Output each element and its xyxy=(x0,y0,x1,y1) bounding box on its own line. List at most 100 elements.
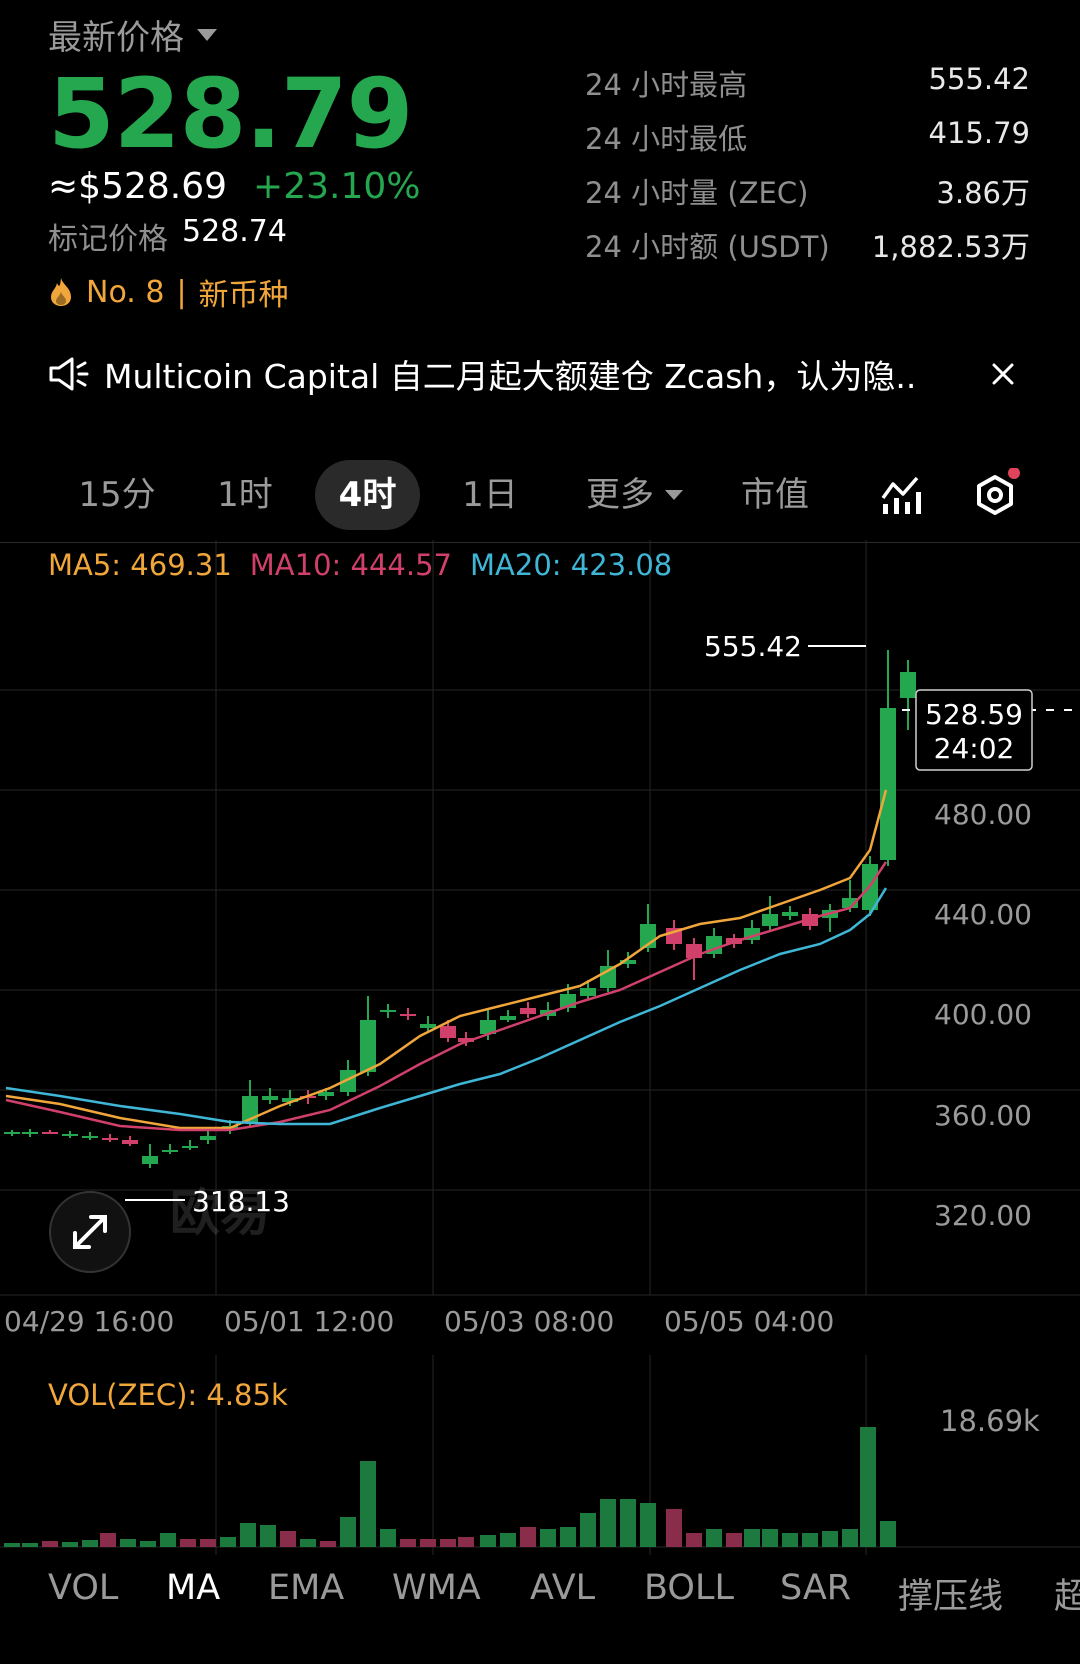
y-tick: 440.00 xyxy=(934,898,1032,931)
close-icon[interactable] xyxy=(991,362,1015,386)
stat-24h-turnover: 24 小时额 (USDT) 1,882.53万 xyxy=(585,224,1030,266)
candle-body xyxy=(182,1146,198,1148)
countdown-label: 24:02 xyxy=(934,732,1015,765)
indicator-tab-ema[interactable]: EMA xyxy=(268,1568,344,1608)
volume-bar xyxy=(200,1539,216,1547)
current-price-label: 528.59 xyxy=(925,698,1023,731)
y-tick: 320.00 xyxy=(934,1199,1032,1232)
volume-bar xyxy=(860,1427,876,1547)
indicator-tab-wma[interactable]: WMA xyxy=(392,1568,481,1608)
volume-bar xyxy=(400,1539,416,1547)
x-tick: 05/03 08:00 xyxy=(444,1305,615,1338)
ma-legend: MA5: 469.31 MA10: 444.57 MA20: 423.08 xyxy=(48,548,672,582)
volume-max-label: 18.69k xyxy=(940,1404,1040,1438)
candle-body xyxy=(762,914,778,926)
candlestick-chart[interactable]: 欧易 555.42 318.13 528.59 24:02 480.00 440… xyxy=(0,540,1080,1300)
stat-24h-high: 24 小时最高 555.42 xyxy=(585,62,1030,104)
usd-price: ≈$528.69 xyxy=(48,166,228,207)
candle-body xyxy=(142,1156,158,1164)
caret-down-icon xyxy=(665,490,683,500)
candle-body xyxy=(200,1136,216,1140)
last-price: 528.79 xyxy=(48,58,413,170)
volume-bar xyxy=(22,1543,38,1547)
new-coin-tag: 新币种 xyxy=(198,278,289,313)
volume-bar xyxy=(666,1509,682,1547)
y-tick: 480.00 xyxy=(934,798,1032,831)
candle-body xyxy=(580,988,596,996)
volume-bar xyxy=(802,1533,818,1547)
stat-label: 24 小时最低 xyxy=(585,122,748,156)
candle-body xyxy=(262,1096,278,1100)
volume-bar xyxy=(500,1533,516,1547)
ma5-legend: MA5: 469.31 xyxy=(48,548,232,582)
volume-bar xyxy=(220,1537,236,1547)
volume-bar xyxy=(180,1539,196,1547)
candle-body xyxy=(782,912,798,916)
indicator-tab-vol[interactable]: VOL xyxy=(48,1568,118,1608)
y-tick: 400.00 xyxy=(934,998,1032,1031)
volume-bar xyxy=(540,1529,556,1547)
volume-bar xyxy=(240,1523,256,1547)
indicator-tab-support-resistance[interactable]: 撑压线 xyxy=(898,1568,1003,1619)
tab-15m[interactable]: 15分 xyxy=(62,460,172,530)
candle-body xyxy=(900,672,916,698)
volume-bar xyxy=(42,1541,58,1547)
change-percent: +23.10% xyxy=(253,166,421,207)
indicator-chart-icon[interactable] xyxy=(880,474,922,516)
stat-value: 1,882.53万 xyxy=(871,230,1030,264)
indicator-tab-ma[interactable]: MA xyxy=(166,1568,220,1608)
tab-4h[interactable]: 4时 xyxy=(315,460,420,530)
price-selector[interactable]: 最新价格 xyxy=(48,10,218,59)
ma20-legend: MA20: 423.08 xyxy=(470,548,673,582)
tab-market-cap[interactable]: 市值 xyxy=(720,460,830,530)
volume-bar xyxy=(420,1539,436,1547)
low-price-label: 318.13 xyxy=(192,1185,290,1218)
volume-bar xyxy=(822,1531,838,1547)
stat-label: 24 小时量 (ZEC) xyxy=(585,176,809,210)
volume-bar xyxy=(380,1529,396,1547)
high-price-label: 555.42 xyxy=(704,630,802,663)
tab-1h[interactable]: 1时 xyxy=(190,460,300,530)
candle-body xyxy=(420,1024,436,1028)
candle-body xyxy=(42,1132,58,1134)
x-tick: 04/29 16:00 xyxy=(4,1305,175,1338)
ma10-legend: MA10: 444.57 xyxy=(249,548,453,582)
rank-badge[interactable]: No. 8 | 新币种 xyxy=(48,270,289,314)
volume-bar xyxy=(82,1540,98,1547)
news-text: Multicoin Capital 自二月起大额建仓 Zcash，认为隐.. xyxy=(104,357,917,396)
volume-bar xyxy=(560,1527,576,1547)
indicator-tab-sar[interactable]: SAR xyxy=(780,1568,851,1608)
volume-bar xyxy=(580,1513,596,1547)
candle-body xyxy=(162,1150,178,1152)
candle-body xyxy=(4,1132,20,1134)
x-tick: 05/01 12:00 xyxy=(224,1305,395,1338)
volume-bar xyxy=(280,1531,296,1547)
settings-hexagon-icon[interactable] xyxy=(968,468,1022,522)
volume-bar xyxy=(62,1542,78,1547)
megaphone-icon xyxy=(49,357,89,391)
caret-down-icon xyxy=(197,28,217,41)
candle-body xyxy=(102,1138,118,1140)
fullscreen-button[interactable] xyxy=(49,1191,131,1273)
indicator-tab-boll[interactable]: BOLL xyxy=(644,1568,734,1608)
indicator-tab-more[interactable]: 超 xyxy=(1054,1568,1080,1619)
volume-bar xyxy=(686,1533,702,1547)
volume-bar xyxy=(762,1529,778,1547)
indicator-tab-avl[interactable]: AVL xyxy=(530,1568,595,1608)
volume-bar xyxy=(360,1461,376,1547)
volume-bar xyxy=(842,1529,858,1547)
candle-body xyxy=(500,1016,516,1020)
tab-more-label: 更多 xyxy=(586,475,654,515)
volume-bar xyxy=(600,1499,616,1547)
interval-tabs: 15分 1时 4时 1日 更多 市值 xyxy=(40,460,1040,530)
indicator-tabs: VOL MA EMA WMA AVL BOLL SAR 撑压线 超 xyxy=(0,1568,1080,1628)
volume-bar xyxy=(726,1533,742,1547)
tab-more[interactable]: 更多 xyxy=(560,460,710,530)
news-banner[interactable]: Multicoin Capital 自二月起大额建仓 Zcash，认为隐.. xyxy=(48,350,1033,398)
tab-1d[interactable]: 1日 xyxy=(435,460,545,530)
volume-bar xyxy=(140,1541,156,1547)
candle-body xyxy=(360,1020,376,1072)
stat-value: 3.86万 xyxy=(936,176,1030,210)
mark-price-line: 标记价格 528.74 xyxy=(48,214,287,258)
ma-lines xyxy=(5,789,888,1132)
